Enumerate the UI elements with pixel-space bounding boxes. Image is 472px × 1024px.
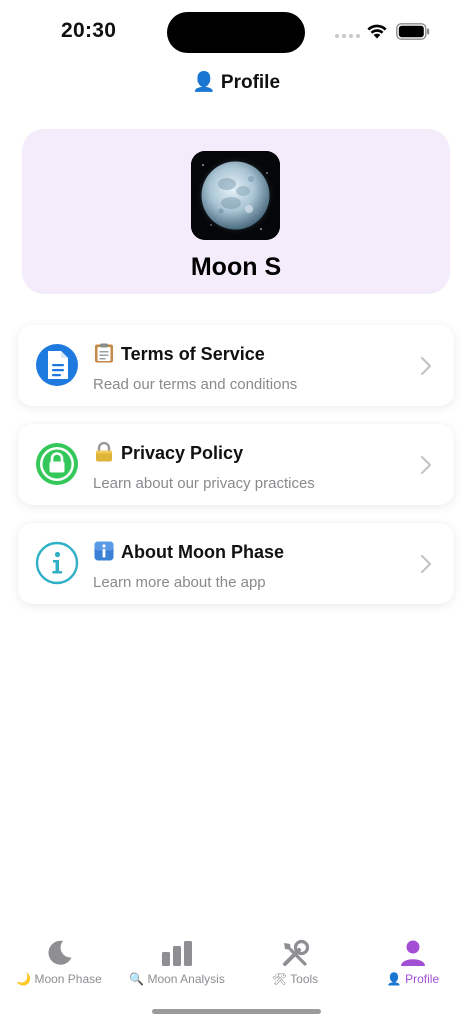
menu-item-title: About Moon Phase — [93, 541, 284, 563]
lock-icon — [35, 442, 79, 486]
chevron-right-icon — [420, 356, 432, 376]
battery-icon — [396, 23, 430, 40]
moon-icon — [48, 940, 72, 965]
menu-item-subtitle: Learn more about the app — [93, 574, 266, 591]
home-indicator[interactable] — [152, 1009, 321, 1014]
bar-chart-icon — [162, 941, 192, 966]
profile-card: Moon S — [22, 129, 450, 294]
menu-item-privacy-policy[interactable]: Privacy Policy Learn about our privacy p… — [18, 424, 454, 505]
wifi-icon — [367, 24, 387, 39]
status-time: 20:30 — [61, 19, 117, 42]
menu-item-about-moon-phase[interactable]: About Moon Phase Learn more about the ap… — [18, 523, 454, 604]
padlock-icon — [96, 442, 112, 462]
tools-icon — [283, 939, 310, 966]
page-title: 👤 Profile — [191, 72, 281, 93]
menu-item-title-text: Terms of Service — [121, 344, 265, 364]
tab-label: 👤 Profile — [386, 972, 440, 986]
moon-photo-icon — [191, 151, 280, 240]
avatar — [191, 151, 280, 240]
menu-item-title: Privacy Policy — [93, 442, 243, 464]
menu-item-title-text: Privacy Policy — [121, 443, 244, 463]
chevron-right-icon — [420, 455, 432, 475]
menu-item-title-text: About Moon Phase — [121, 542, 284, 562]
dynamic-island — [167, 12, 305, 53]
tab-moon-analysis[interactable]: 🔍 Moon Analysis — [118, 930, 236, 1000]
document-icon — [35, 343, 79, 387]
signal-icon — [335, 34, 360, 38]
person-icon — [401, 940, 425, 966]
tab-bar: 🌙 Moon Phase 🔍 Moon Analysis 🛠 Tools 👤 P… — [0, 930, 472, 1000]
tab-label: 🔍 Moon Analysis — [129, 972, 225, 986]
info-icon — [35, 541, 79, 585]
profile-screen: 20:30 👤 Profile Moon S Terms of Service … — [0, 0, 472, 1024]
clipboard-icon — [95, 343, 113, 363]
tab-profile[interactable]: 👤 Profile — [354, 930, 472, 1000]
profile-name: Moon S — [190, 253, 282, 281]
status-bar: 20:30 — [0, 0, 472, 60]
info-square-icon — [94, 541, 114, 561]
menu-item-subtitle: Learn about our privacy practices — [93, 475, 315, 492]
chevron-right-icon — [420, 554, 432, 574]
tab-label: 🛠 Tools — [271, 972, 319, 986]
tab-tools[interactable]: 🛠 Tools — [236, 930, 354, 1000]
menu-item-title: Terms of Service — [93, 343, 265, 365]
menu-item-terms-of-service[interactable]: Terms of Service Read our terms and cond… — [18, 325, 454, 406]
tab-label: 🌙 Moon Phase — [16, 972, 102, 986]
tab-moon-phase[interactable]: 🌙 Moon Phase — [0, 930, 118, 1000]
menu-item-subtitle: Read our terms and conditions — [93, 376, 298, 393]
